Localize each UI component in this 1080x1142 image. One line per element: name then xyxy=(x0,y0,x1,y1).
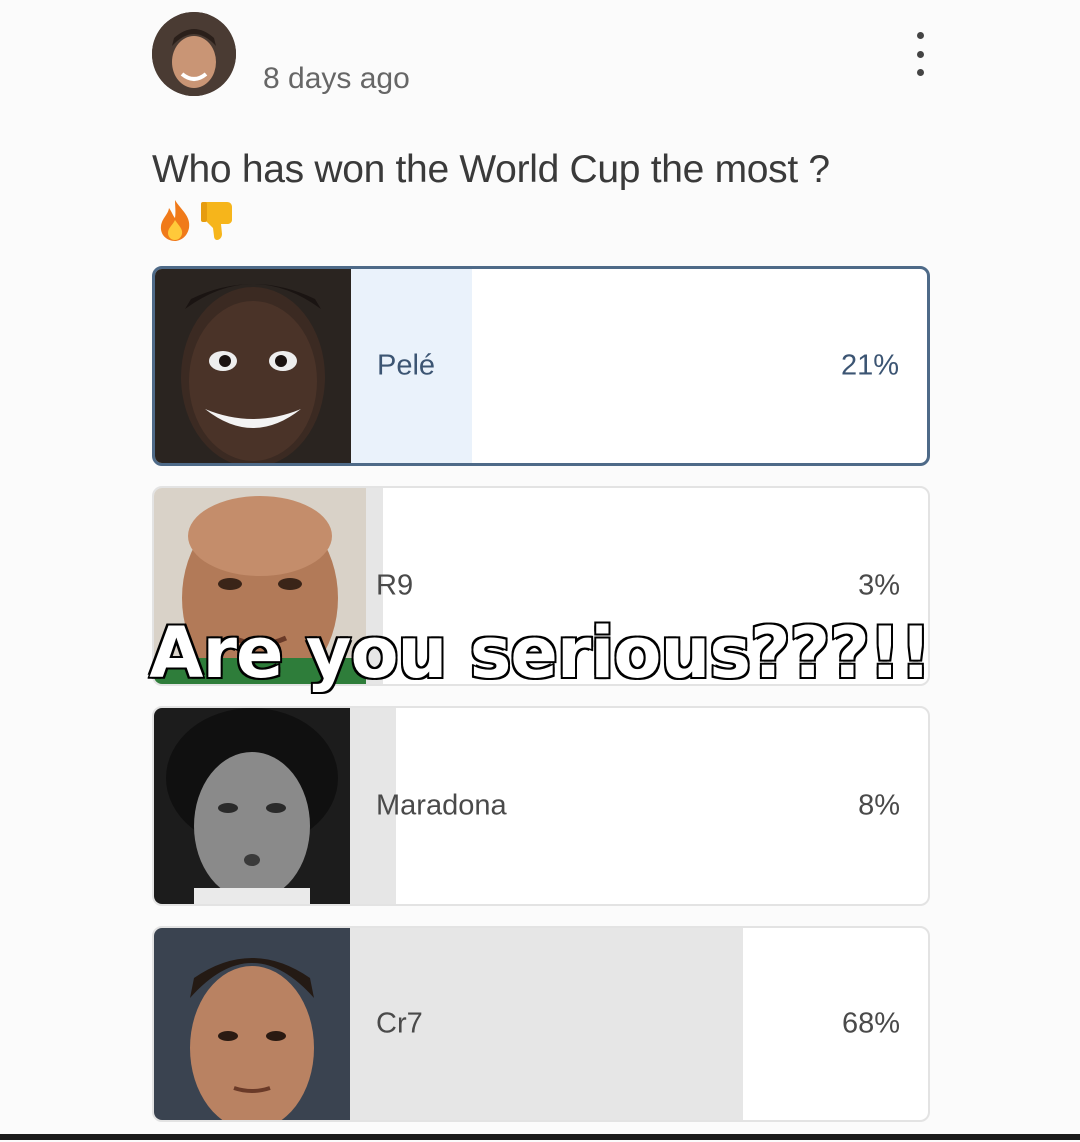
option-percent: 8% xyxy=(858,789,900,822)
poll-options: Pelé 21% R9 3% Maradona 8% Cr7 68% xyxy=(152,266,930,1142)
overlay-caption: Are you serious???!! xyxy=(148,611,933,696)
more-options-icon[interactable] xyxy=(905,32,935,76)
poll-option-maradona[interactable]: Maradona 8% xyxy=(152,706,930,906)
option-percent: 68% xyxy=(841,1007,900,1040)
option-percent: 3% xyxy=(858,569,900,602)
option-label: R9 xyxy=(376,569,414,602)
pele-photo xyxy=(155,269,351,463)
post-timestamp: 8 days ago xyxy=(263,62,410,95)
maradona-photo xyxy=(154,708,350,904)
option-label: Pelé xyxy=(377,349,436,382)
option-label: Maradona xyxy=(376,789,507,822)
poll-option-pele[interactable]: Pelé 21% xyxy=(152,266,930,466)
emoji-row xyxy=(157,198,237,242)
poll-question: Who has won the World Cup the most ? xyxy=(152,148,830,191)
fire-emoji-icon xyxy=(160,200,190,241)
cr7-photo xyxy=(154,928,350,1120)
author-avatar[interactable] xyxy=(152,12,236,96)
poll-option-cr7[interactable]: Cr7 68% xyxy=(152,926,930,1122)
option-percent: 21% xyxy=(840,349,899,382)
bottom-divider xyxy=(0,1134,1080,1140)
thumbs-down-emoji-icon xyxy=(201,202,232,240)
option-label: Cr7 xyxy=(376,1007,423,1040)
